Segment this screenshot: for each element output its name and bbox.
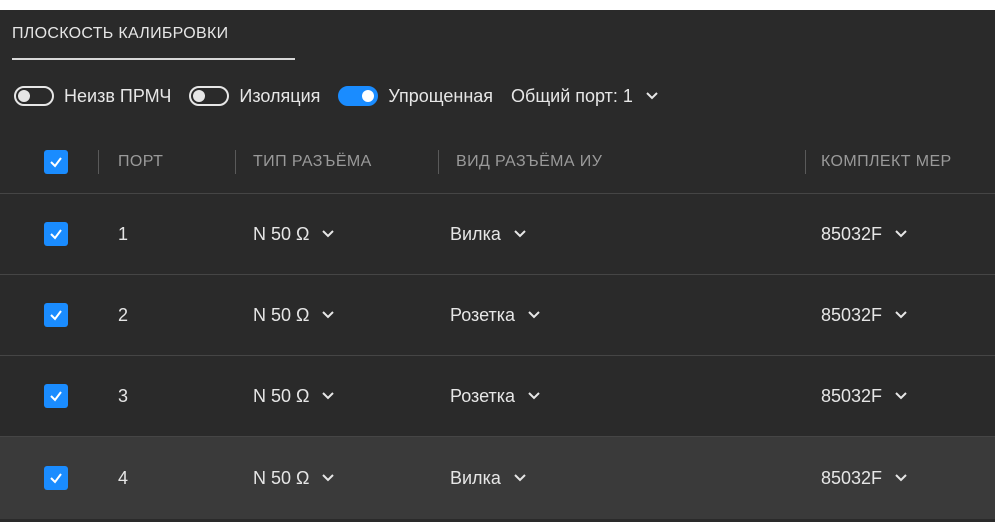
- checkmark-icon: [50, 229, 62, 240]
- toggle-switch-unknown-thru[interactable]: [14, 86, 54, 106]
- chevron-down-icon: [322, 230, 335, 238]
- connector-type-value: N 50 Ω: [253, 223, 310, 244]
- chevron-down-icon: [322, 474, 335, 482]
- cal-kit-dropdown[interactable]: 85032F: [821, 386, 908, 407]
- toggle-label-isolation: Изоляция: [239, 85, 321, 106]
- dut-connector-dropdown[interactable]: Вилка: [450, 224, 527, 245]
- toggle-switch-isolation[interactable]: [189, 86, 230, 106]
- table-row: 2 N 50 Ω Розетка 85032F: [0, 275, 995, 356]
- toggle-switch-simplified[interactable]: [338, 86, 379, 106]
- chevron-down-icon: [895, 392, 907, 400]
- cal-kit-value: 85032F: [821, 385, 883, 406]
- dut-connector-value: Вилка: [450, 467, 501, 488]
- connector-type-dropdown[interactable]: N 50 Ω: [253, 468, 335, 489]
- chevron-down-icon: [514, 230, 526, 238]
- dut-connector-value: Вилка: [450, 223, 501, 244]
- chevron-down-icon: [528, 311, 540, 319]
- chevron-down-icon: [322, 311, 335, 319]
- toggle-unknown-thru[interactable]: Неизв ПРМЧ: [14, 86, 171, 107]
- connector-type-value: N 50 Ω: [253, 304, 310, 325]
- row-checkbox[interactable]: [44, 384, 68, 408]
- cal-kit-value: 85032F: [821, 467, 883, 488]
- connector-type-value: N 50 Ω: [253, 467, 310, 488]
- calibration-plane-panel: ПЛОСКОСТЬ КАЛИБРОВКИ Неизв ПРМЧ Изоляция…: [0, 0, 995, 522]
- chevron-down-icon: [895, 474, 907, 482]
- cal-kit-value: 85032F: [821, 223, 883, 244]
- dut-connector-dropdown[interactable]: Розетка: [450, 386, 541, 407]
- checkmark-icon: [50, 473, 62, 484]
- checkmark-icon: [50, 156, 62, 168]
- cal-kit-value: 85032F: [821, 304, 883, 325]
- header-connector-type: ТИП РАЗЪЁМА: [235, 153, 438, 171]
- toggle-label-simplified: Упрощенная: [388, 85, 494, 106]
- select-all-cell: [0, 149, 98, 174]
- cal-kit-dropdown[interactable]: 85032F: [821, 468, 908, 489]
- toggle-simplified[interactable]: Упрощенная: [338, 86, 493, 107]
- tab-label: ПЛОСКОСТЬ КАЛИБРОВКИ: [12, 25, 229, 42]
- chevron-down-icon: [895, 230, 907, 238]
- ports-table: ПОРТ ТИП РАЗЪЁМА ВИД РАЗЪЁМА ИУ КОМПЛЕКТ…: [0, 130, 995, 519]
- checkmark-icon: [50, 391, 62, 402]
- header-dut-connector: ВИД РАЗЪЁМА ИУ: [438, 153, 805, 171]
- connector-type-dropdown[interactable]: N 50 Ω: [253, 386, 335, 407]
- cal-kit-dropdown[interactable]: 85032F: [821, 224, 908, 245]
- chevron-down-icon: [514, 474, 526, 482]
- tab-calibration-plane[interactable]: ПЛОСКОСТЬ КАЛИБРОВКИ: [12, 10, 295, 60]
- chevron-down-icon: [528, 392, 540, 400]
- toggle-isolation[interactable]: Изоляция: [189, 86, 320, 107]
- port-number: 2: [118, 304, 129, 325]
- port-number: 4: [118, 467, 129, 488]
- select-all-checkbox[interactable]: [44, 149, 68, 174]
- row-checkbox[interactable]: [44, 466, 68, 490]
- port-number: 3: [118, 385, 129, 406]
- port-number: 1: [118, 223, 129, 244]
- table-row: 1 N 50 Ω Вилка 85032F: [0, 194, 995, 275]
- checkmark-icon: [50, 310, 62, 321]
- cal-kit-dropdown[interactable]: 85032F: [821, 305, 908, 326]
- chevron-down-icon: [646, 92, 658, 100]
- table-header: ПОРТ ТИП РАЗЪЁМА ВИД РАЗЪЁМА ИУ КОМПЛЕКТ…: [0, 130, 995, 194]
- toggle-row: Неизв ПРМЧ Изоляция Упрощенная Общий пор…: [14, 80, 659, 112]
- connector-type-value: N 50 Ω: [253, 385, 310, 406]
- table-row-selected: 4 N 50 Ω Вилка 85032F: [0, 437, 995, 519]
- table-row: 3 N 50 Ω Розетка 85032F: [0, 356, 995, 437]
- toggle-label-unknown-thru: Неизв ПРМЧ: [64, 85, 172, 106]
- dut-connector-dropdown[interactable]: Вилка: [450, 468, 527, 489]
- connector-type-dropdown[interactable]: N 50 Ω: [253, 224, 335, 245]
- header-cal-kit: КОМПЛЕКТ МЕР: [805, 153, 995, 171]
- dut-connector-value: Розетка: [450, 304, 516, 325]
- common-port-dropdown[interactable]: Общий порт: 1: [511, 86, 659, 107]
- common-port-label: Общий порт: 1: [511, 85, 633, 106]
- chevron-down-icon: [895, 311, 907, 319]
- dut-connector-value: Розетка: [450, 385, 516, 406]
- dut-connector-dropdown[interactable]: Розетка: [450, 305, 541, 326]
- row-checkbox[interactable]: [44, 303, 68, 327]
- header-port: ПОРТ: [98, 153, 235, 171]
- row-checkbox[interactable]: [44, 222, 68, 246]
- chevron-down-icon: [322, 392, 335, 400]
- connector-type-dropdown[interactable]: N 50 Ω: [253, 305, 335, 326]
